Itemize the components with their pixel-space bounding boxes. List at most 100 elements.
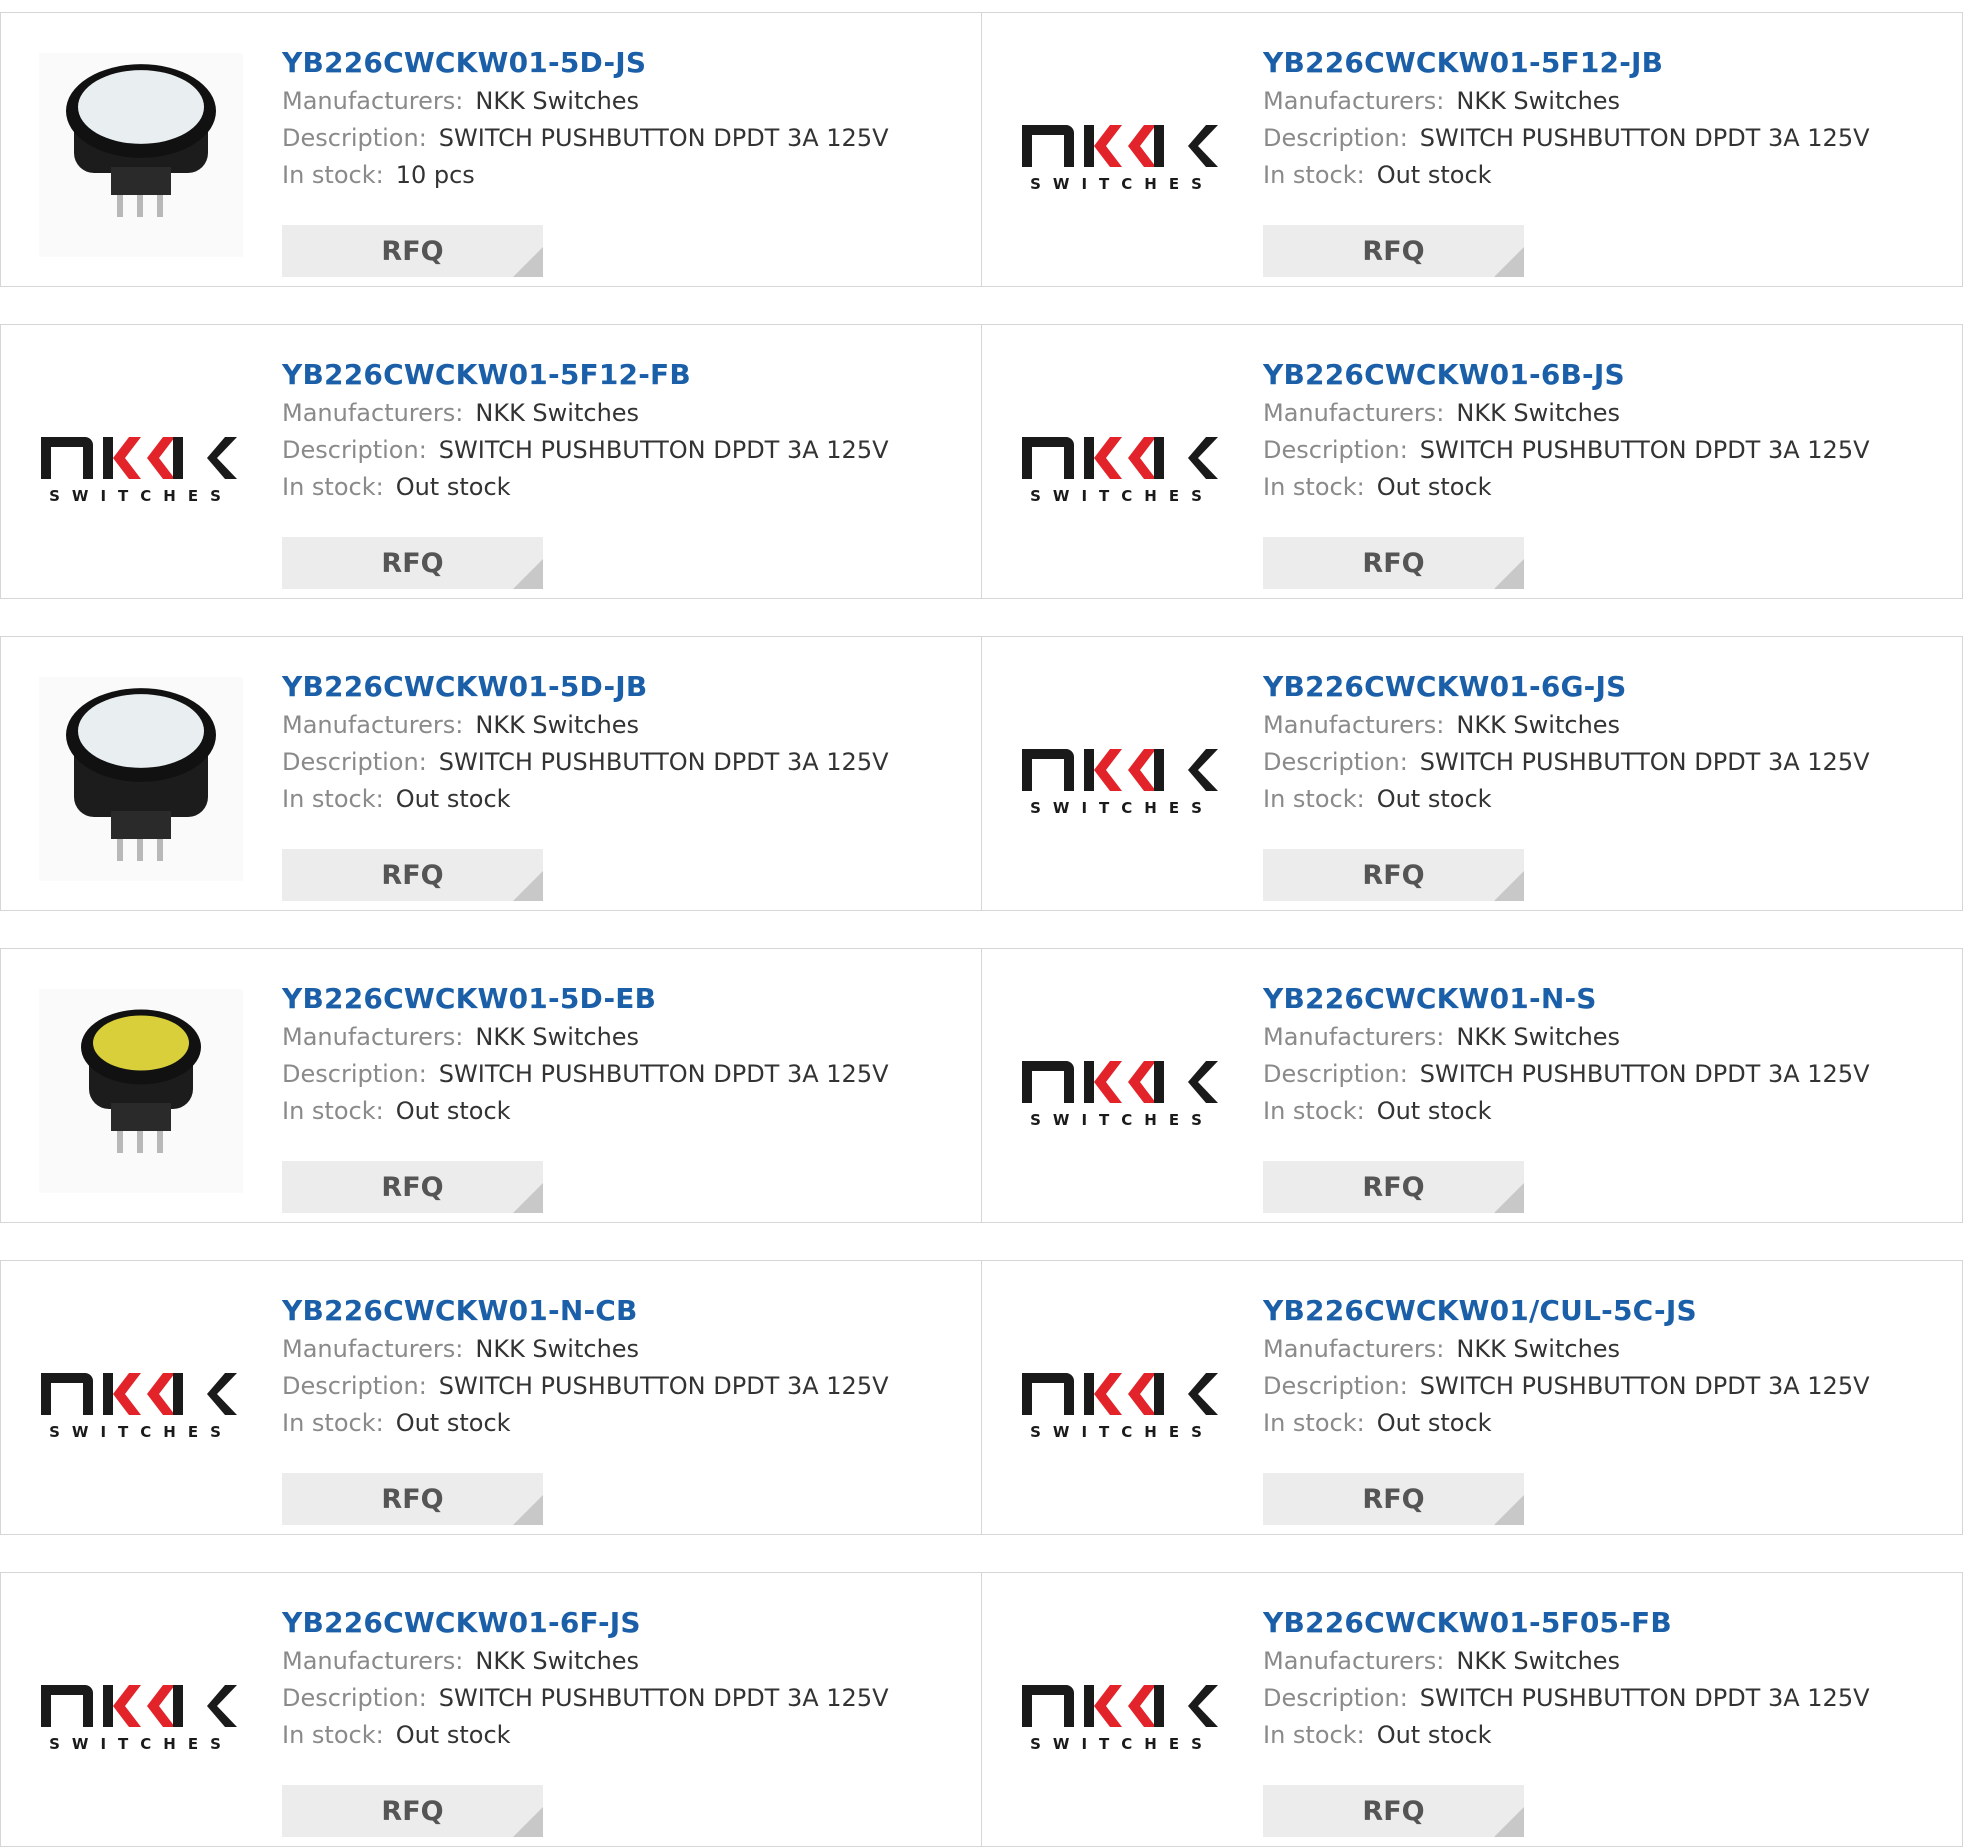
manufacturer-label: Manufacturers: [282,399,464,427]
product-part-number-link[interactable]: YB226CWCKW01-5F12-JB [1263,43,1942,83]
rfq-button[interactable]: RFQ [282,537,543,589]
stock-label: In stock: [282,785,384,813]
description-label: Description: [282,124,427,152]
product-card: SWITCHES YB226CWCKW01-N-S Manufacturers:… [981,948,1963,1223]
rfq-button[interactable]: RFQ [1263,537,1524,589]
stock-value: Out stock [395,1409,511,1437]
manufacturer-line: Manufacturers: NKK Switches [1263,1019,1942,1056]
rfq-button[interactable]: RFQ [282,225,543,277]
stock-label: In stock: [1263,473,1365,501]
description-label: Description: [1263,748,1408,776]
rfq-button[interactable]: RFQ [1263,1161,1524,1213]
description-label: Description: [282,748,427,776]
nkk-logo-graphic: SWITCHES [1022,749,1218,817]
product-part-number-link[interactable]: YB226CWCKW01-5D-JB [282,667,961,707]
stock-line: In stock: Out stock [1263,1717,1942,1754]
product-thumbnail[interactable]: SWITCHES [1020,365,1224,569]
rfq-button[interactable]: RFQ [282,1473,543,1525]
product-part-number-link[interactable]: YB226CWCKW01/CUL-5C-JS [1263,1291,1942,1331]
description-value: SWITCH PUSHBUTTON DPDT 3A 125V [438,748,889,776]
description-value: SWITCH PUSHBUTTON DPDT 3A 125V [438,436,889,464]
stock-label: In stock: [1263,1721,1365,1749]
svg-text:SWITCHES: SWITCHES [1030,1423,1214,1441]
product-thumbnail[interactable]: SWITCHES [1020,1613,1224,1817]
description-value: SWITCH PUSHBUTTON DPDT 3A 125V [1419,436,1870,464]
product-part-number-link[interactable]: YB226CWCKW01-6F-JS [282,1603,961,1643]
product-row: SWITCHES YB226CWCKW01-5F12-FB Manufactur… [0,324,1963,599]
description-value: SWITCH PUSHBUTTON DPDT 3A 125V [438,1060,889,1088]
rfq-button-label: RFQ [1362,1483,1425,1515]
rfq-button[interactable]: RFQ [1263,225,1524,277]
stock-line: In stock: Out stock [282,1093,961,1130]
nkk-logo-graphic: SWITCHES [1022,437,1218,505]
rfq-button-label: RFQ [381,1483,444,1515]
product-info: YB226CWCKW01/CUL-5C-JS Manufacturers: NKK… [1263,1291,1942,1442]
rfq-button[interactable]: RFQ [1263,1473,1524,1525]
product-thumbnail[interactable]: SWITCHES [39,1301,243,1505]
manufacturer-line: Manufacturers: NKK Switches [1263,1331,1942,1368]
manufacturer-label: Manufacturers: [282,1647,464,1675]
product-thumbnail[interactable]: SWITCHES [39,1613,243,1817]
product-info: YB226CWCKW01-6F-JS Manufacturers: NKK Swi… [282,1603,961,1754]
manufacturer-line: Manufacturers: NKK Switches [282,1331,961,1368]
manufacturer-line: Manufacturers: NKK Switches [282,1019,961,1056]
description-line: Description: SWITCH PUSHBUTTON DPDT 3A 12… [1263,120,1942,157]
manufacturer-value: NKK Switches [1456,1647,1621,1675]
rfq-button[interactable]: RFQ [282,1785,543,1837]
product-thumbnail[interactable]: SWITCHES [39,365,243,569]
product-thumbnail[interactable]: SWITCHES [1020,989,1224,1193]
stock-value: Out stock [395,473,511,501]
product-part-number-link[interactable]: YB226CWCKW01-6G-JS [1263,667,1942,707]
nkk-logo-graphic: SWITCHES [1022,1373,1218,1441]
manufacturer-label: Manufacturers: [282,711,464,739]
product-part-number-link[interactable]: YB226CWCKW01-5F05-FB [1263,1603,1942,1643]
nkk-logo-graphic: SWITCHES [41,1685,237,1753]
description-value: SWITCH PUSHBUTTON DPDT 3A 125V [438,1372,889,1400]
description-label: Description: [282,1060,427,1088]
stock-value: Out stock [395,1097,511,1125]
description-label: Description: [282,1684,427,1712]
product-thumbnail[interactable]: SWITCHES [1020,677,1224,881]
description-label: Description: [1263,124,1408,152]
description-value: SWITCH PUSHBUTTON DPDT 3A 125V [1419,1060,1870,1088]
product-part-number-link[interactable]: YB226CWCKW01-6B-JS [1263,355,1942,395]
product-part-number-link[interactable]: YB226CWCKW01-N-S [1263,979,1942,1019]
manufacturer-label: Manufacturers: [282,87,464,115]
rfq-button-label: RFQ [1362,1171,1425,1203]
stock-value: Out stock [395,785,511,813]
product-row: YB226CWCKW01-5D-JB Manufacturers: NKK Swi… [0,636,1963,911]
product-row: YB226CWCKW01-5D-EB Manufacturers: NKK Swi… [0,948,1963,1223]
product-thumbnail[interactable]: SWITCHES [1020,1301,1224,1505]
yellow-pushbutton-image [39,989,243,1193]
rfq-button-label: RFQ [381,859,444,891]
product-thumbnail[interactable] [39,989,243,1193]
description-label: Description: [1263,436,1408,464]
product-card: SWITCHES YB226CWCKW01-5F12-FB Manufactur… [0,324,982,599]
product-part-number-link[interactable]: YB226CWCKW01-N-CB [282,1291,961,1331]
manufacturer-value: NKK Switches [1456,1023,1621,1051]
product-info: YB226CWCKW01-6B-JS Manufacturers: NKK Swi… [1263,355,1942,506]
manufacturer-value: NKK Switches [475,87,640,115]
product-part-number-link[interactable]: YB226CWCKW01-5F12-FB [282,355,961,395]
description-line: Description: SWITCH PUSHBUTTON DPDT 3A 12… [282,432,961,469]
product-info: YB226CWCKW01-5F12-JB Manufacturers: NKK S… [1263,43,1942,194]
rfq-button[interactable]: RFQ [1263,1785,1524,1837]
nkk-logo-graphic: SWITCHES [1022,1061,1218,1129]
product-thumbnail[interactable] [39,53,243,257]
stock-value: Out stock [1376,473,1492,501]
product-thumbnail[interactable] [39,677,243,881]
product-part-number-link[interactable]: YB226CWCKW01-5D-EB [282,979,961,1019]
manufacturer-value: NKK Switches [1456,711,1621,739]
product-thumbnail[interactable]: SWITCHES [1020,53,1224,257]
description-value: SWITCH PUSHBUTTON DPDT 3A 125V [438,1684,889,1712]
rfq-button[interactable]: RFQ [282,1161,543,1213]
product-info: YB226CWCKW01-N-S Manufacturers: NKK Switc… [1263,979,1942,1130]
svg-text:SWITCHES: SWITCHES [1030,799,1214,817]
manufacturer-label: Manufacturers: [1263,87,1445,115]
rfq-button-label: RFQ [381,1171,444,1203]
product-part-number-link[interactable]: YB226CWCKW01-5D-JS [282,43,961,83]
rfq-button[interactable]: RFQ [282,849,543,901]
description-line: Description: SWITCH PUSHBUTTON DPDT 3A 12… [282,120,961,157]
rfq-button[interactable]: RFQ [1263,849,1524,901]
stock-line: In stock: Out stock [1263,469,1942,506]
